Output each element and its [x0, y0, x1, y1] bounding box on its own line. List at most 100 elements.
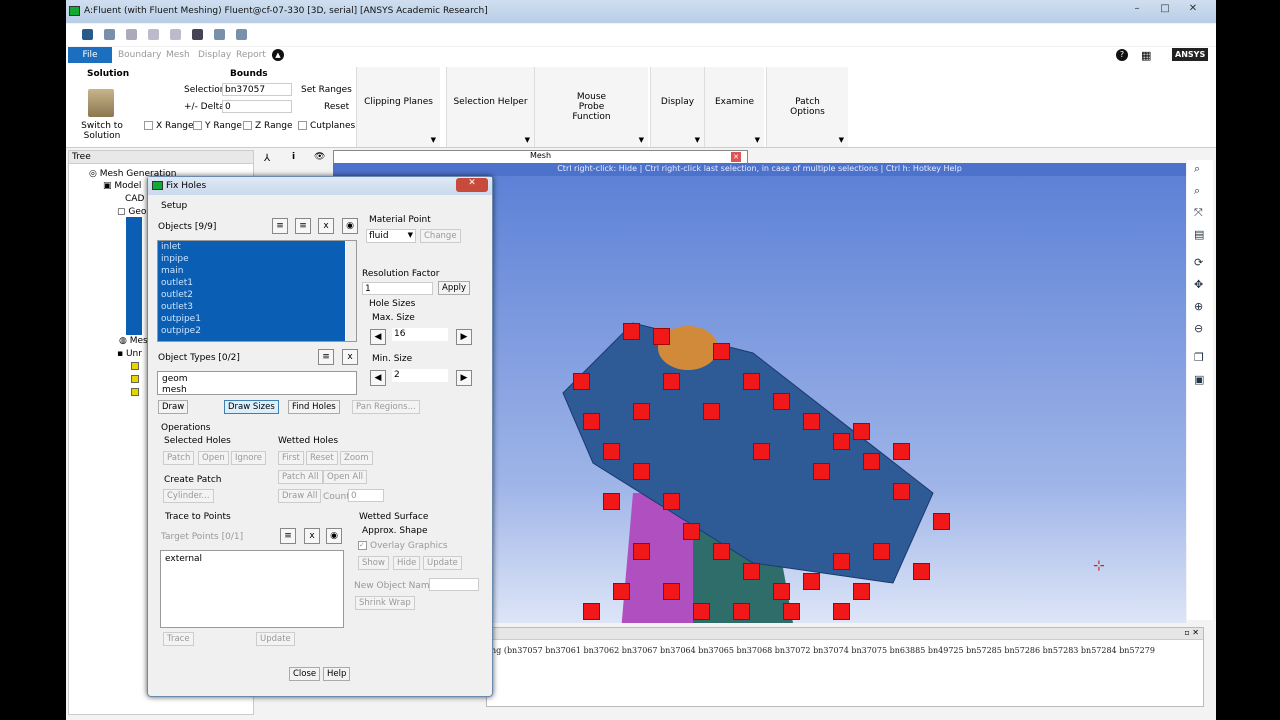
draw-all-button[interactable]: Draw All [278, 489, 322, 503]
zoom-box-icon[interactable]: ⊖ [1194, 323, 1205, 334]
set-ranges-button[interactable]: Set Ranges [301, 85, 352, 95]
delta-input[interactable]: 0 [222, 100, 292, 113]
float-icon[interactable]: ▫ [1184, 628, 1189, 637]
pick-icon[interactable]: ◉ [342, 218, 358, 234]
target-point-item[interactable]: external [165, 554, 339, 564]
dialog-close-icon[interactable]: ✕ [456, 178, 488, 192]
object-type-item[interactable]: geom [162, 374, 352, 385]
redo-icon[interactable] [170, 29, 181, 40]
trace-update-button[interactable]: Update [256, 632, 295, 646]
object-item[interactable]: outpipe1 [158, 313, 345, 325]
tree-cad[interactable]: CAD [125, 194, 144, 204]
y-range-checkbox[interactable]: Y Range [193, 121, 242, 131]
tree-item-icon[interactable] [131, 375, 139, 383]
zoom-icon[interactable]: ⊕ [1194, 301, 1205, 312]
object-types-list[interactable]: geom mesh [157, 371, 357, 395]
resolution-factor-input[interactable]: 1 [362, 282, 433, 295]
max-size-decrease[interactable]: ◀ [370, 329, 386, 345]
tab-report[interactable]: Report [228, 47, 274, 63]
ignore-button[interactable]: Ignore [231, 451, 267, 465]
object-item[interactable]: main [158, 265, 345, 277]
draw-sizes-button[interactable]: Draw Sizes [224, 400, 279, 414]
min-size-decrease[interactable]: ◀ [370, 370, 386, 386]
axis-icon[interactable]: ⤧ [1194, 207, 1205, 218]
shrink-wrap-button[interactable]: Shrink Wrap [355, 596, 415, 610]
count-input[interactable]: 0 [348, 489, 384, 502]
update-button[interactable]: Update [423, 556, 462, 570]
tab-file[interactable]: File [68, 47, 112, 63]
overlay-graphics-checkbox[interactable]: ✓ Overlay Graphics [358, 541, 448, 551]
tree-item-icon[interactable] [131, 388, 139, 396]
new-object-name-input[interactable] [429, 578, 479, 591]
pan-regions-button[interactable]: Pan Regions... [352, 400, 420, 414]
select-all-icon[interactable]: ≡ [272, 218, 288, 234]
examine-button[interactable]: Examine ▼ [704, 67, 764, 147]
grid-icon[interactable] [214, 29, 225, 40]
arch-icon[interactable] [192, 29, 203, 40]
object-item[interactable]: outlet2 [158, 289, 345, 301]
open-mesh-icon[interactable] [82, 29, 93, 40]
select-checked-icon[interactable]: ≡ [295, 218, 311, 234]
selection-input[interactable]: bn37057 [222, 83, 292, 96]
tree-selected-objects[interactable] [126, 217, 142, 335]
close-window-button[interactable]: ✕ [1182, 3, 1204, 18]
selection-helper-button[interactable]: Selection Helper ▼ [446, 67, 534, 147]
object-item[interactable]: outlet3 [158, 301, 345, 313]
rotate-icon[interactable]: ⟳ [1194, 257, 1205, 268]
axes-icon[interactable]: ⅄ [264, 153, 270, 164]
min-size-input[interactable]: 2 [392, 369, 448, 382]
first-button[interactable]: First [278, 451, 304, 465]
dialog-title-bar[interactable]: Fix Holes ✕ [148, 177, 492, 195]
object-item[interactable]: inlet [158, 241, 345, 253]
pan-icon[interactable]: ✥ [1194, 279, 1205, 290]
types-deselect-icon[interactable]: x [342, 349, 358, 365]
zoom-button[interactable]: Zoom [340, 451, 373, 465]
help-icon[interactable]: ? [1116, 49, 1128, 61]
x-range-checkbox[interactable]: X Range [144, 121, 194, 131]
object-item[interactable]: outpipe2 [158, 325, 345, 337]
tree-item-icon[interactable] [131, 362, 139, 370]
info-icon[interactable]: i [292, 152, 295, 162]
collapse-ribbon-icon[interactable]: ▲ [272, 49, 284, 61]
apply-button[interactable]: Apply [438, 281, 470, 295]
z-range-checkbox[interactable]: Z Range [243, 121, 293, 131]
reset-button[interactable]: Reset [324, 102, 349, 112]
minimize-button[interactable]: – [1126, 3, 1148, 18]
mouse-probe-function-button[interactable]: Mouse Probe Function ▼ [534, 67, 648, 147]
visibility-icon[interactable]: 👁 [314, 152, 325, 162]
undo-icon[interactable] [148, 29, 159, 40]
open-button[interactable]: Open [198, 451, 229, 465]
trace-button[interactable]: Trace [163, 632, 194, 646]
hide-button[interactable]: Hide [393, 556, 421, 570]
cutplanes-checkbox[interactable]: Cutplanes [298, 121, 355, 131]
tree-geometry[interactable]: ▢ Geo [117, 207, 146, 217]
camera-icon[interactable]: ▤ [1194, 229, 1205, 240]
write-mesh-icon[interactable] [126, 29, 137, 40]
deselect-all-icon[interactable]: x [318, 218, 334, 234]
maximize-button[interactable]: □ [1154, 3, 1176, 18]
console-panel[interactable]: ▫ ✕ ng (bn37057 bn37061 bn37062 bn37067 … [486, 627, 1204, 707]
tab-mesh-view[interactable]: Mesh ✕ [333, 150, 748, 163]
object-item[interactable]: outlet1 [158, 277, 345, 289]
target-select-icon[interactable]: ≡ [280, 528, 296, 544]
material-point-select[interactable]: fluid ▼ [366, 229, 416, 243]
change-button[interactable]: Change [420, 229, 461, 243]
object-item[interactable]: inpipe [158, 253, 345, 265]
copy-icon[interactable]: ❐ [1194, 352, 1205, 363]
target-pick-icon[interactable]: ◉ [326, 528, 342, 544]
display-button[interactable]: Display ▼ [650, 67, 704, 147]
object-type-item[interactable]: mesh [162, 385, 352, 396]
layout-icon[interactable]: ▦ [1141, 49, 1151, 62]
print-icon[interactable]: ▣ [1194, 374, 1205, 385]
patch-options-button[interactable]: Patch Options ▼ [766, 67, 848, 147]
tree-mesh[interactable]: ◍ Mes [119, 336, 148, 346]
show-button[interactable]: Show [358, 556, 389, 570]
help-button[interactable]: Help [323, 667, 351, 681]
min-size-increase[interactable]: ▶ [456, 370, 472, 386]
tree-model[interactable]: ▣ Model [103, 181, 141, 191]
reset-button[interactable]: Reset [306, 451, 338, 465]
draw-button[interactable]: Draw [158, 400, 189, 414]
max-size-increase[interactable]: ▶ [456, 329, 472, 345]
read-mesh-icon[interactable] [104, 29, 115, 40]
close-console-icon[interactable]: ✕ [1192, 628, 1199, 637]
